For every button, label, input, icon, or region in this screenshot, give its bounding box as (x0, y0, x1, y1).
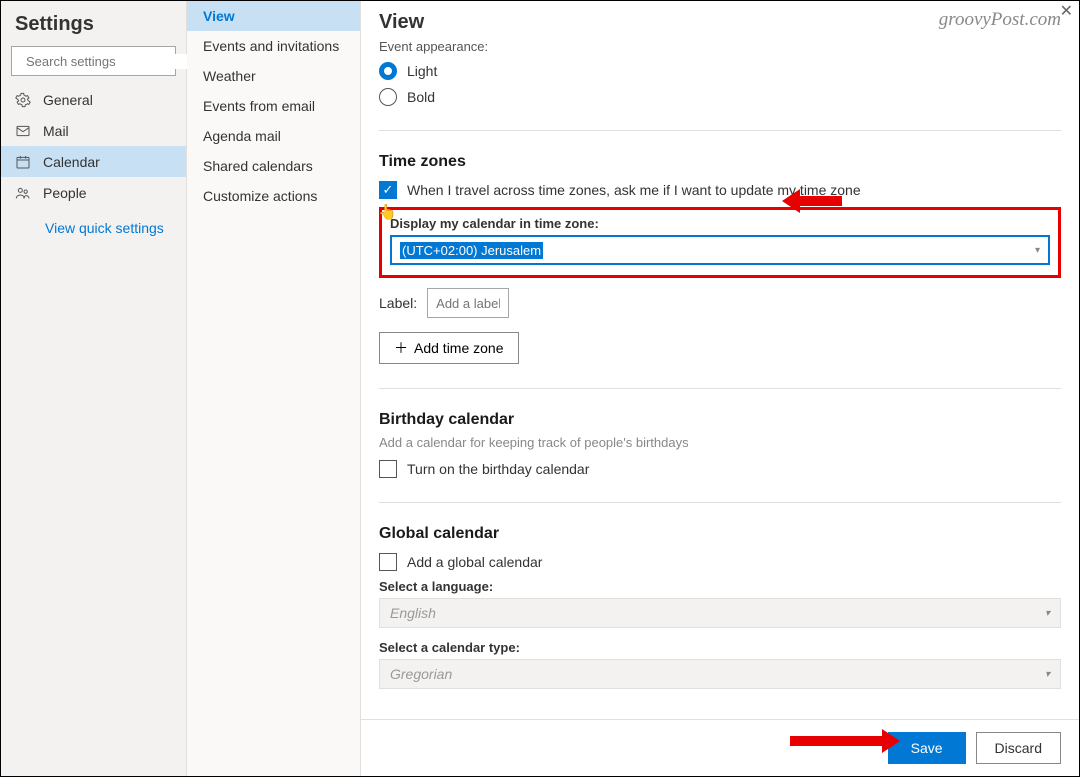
nav-label: Mail (43, 123, 69, 139)
subnav-item-customize-actions[interactable]: Customize actions (187, 181, 360, 211)
save-button[interactable]: Save (888, 732, 966, 764)
birthday-heading: Birthday calendar (379, 411, 1061, 429)
radio-icon (379, 88, 397, 106)
subnav-item-shared-calendars[interactable]: Shared calendars (187, 151, 360, 181)
nav-label: Calendar (43, 154, 100, 170)
subnav-item-events-invitations[interactable]: Events and invitations (187, 31, 360, 61)
timezone-value: (UTC+02:00) Jerusalem (400, 242, 543, 259)
nav-item-calendar[interactable]: Calendar (1, 146, 186, 177)
divider (379, 130, 1061, 131)
divider (379, 502, 1061, 503)
view-quick-settings-link[interactable]: View quick settings (1, 208, 186, 236)
subnav-label: Customize actions (203, 188, 317, 204)
subnav-item-agenda-mail[interactable]: Agenda mail (187, 121, 360, 151)
checkbox-label: When I travel across time zones, ask me … (407, 182, 861, 198)
search-settings[interactable] (11, 46, 176, 76)
subnav-label: Agenda mail (203, 128, 281, 144)
display-timezone-label: Display my calendar in time zone: (390, 216, 1050, 231)
tz-label-text: Label: (379, 295, 417, 311)
tz-label-input[interactable] (427, 288, 509, 318)
birthday-desc: Add a calendar for keeping track of peop… (379, 435, 1061, 450)
birthday-calendar-checkbox[interactable]: Turn on the birthday calendar (379, 460, 1061, 478)
calendar-type-value: Gregorian (390, 666, 452, 682)
chevron-down-icon: ▾ (1045, 669, 1050, 680)
global-heading: Global calendar (379, 525, 1061, 543)
radio-light[interactable]: Light (379, 62, 1061, 80)
subnav-label: View (203, 8, 235, 24)
nav-label: People (43, 185, 87, 201)
calendar-subnav: View Events and invitations Weather Even… (187, 1, 361, 776)
gear-icon (15, 92, 31, 108)
subnav-item-weather[interactable]: Weather (187, 61, 360, 91)
mail-icon (15, 123, 31, 139)
panel-title: View (379, 11, 424, 34)
discard-button[interactable]: Discard (976, 732, 1061, 764)
button-label: Add time zone (414, 340, 504, 356)
timezones-heading: Time zones (379, 153, 1061, 171)
settings-sidebar: Settings General Mail Calendar People (1, 1, 187, 776)
checkbox-icon (379, 460, 397, 478)
subnav-item-view[interactable]: View (187, 1, 360, 31)
language-value: English (390, 605, 436, 621)
radio-label: Light (407, 63, 437, 79)
footer-bar: Save Discard (361, 719, 1079, 776)
main-scroll[interactable]: Event appearance: Light Bold Time zones … (361, 35, 1079, 719)
people-icon (15, 185, 31, 201)
subnav-label: Shared calendars (203, 158, 313, 174)
nav-label: General (43, 92, 93, 108)
settings-title: Settings (1, 11, 186, 46)
calendar-type-label: Select a calendar type: (379, 640, 1061, 655)
global-calendar-checkbox[interactable]: Add a global calendar (379, 553, 1061, 571)
radio-bold[interactable]: Bold (379, 88, 1061, 106)
radio-label: Bold (407, 89, 435, 105)
main-panel: ✕ View groovyPost.com Event appearance: … (361, 1, 1079, 776)
timezone-select[interactable]: (UTC+02:00) Jerusalem ▾ (390, 235, 1050, 265)
checkbox-label: Add a global calendar (407, 554, 542, 570)
radio-icon (379, 62, 397, 80)
chevron-down-icon: ▾ (1035, 245, 1040, 256)
checkbox-icon: ✓ (379, 181, 397, 199)
plus-icon: ＋ (394, 338, 408, 358)
chevron-down-icon: ▾ (1045, 608, 1050, 619)
divider (379, 388, 1061, 389)
search-input[interactable] (26, 54, 202, 69)
calendar-icon (15, 154, 31, 170)
brand-watermark[interactable]: groovyPost.com (939, 9, 1061, 31)
checkbox-icon (379, 553, 397, 571)
travel-timezone-checkbox[interactable]: ✓ When I travel across time zones, ask m… (379, 181, 1061, 199)
calendar-type-select: Gregorian ▾ (379, 659, 1061, 689)
add-timezone-button[interactable]: ＋ Add time zone (379, 332, 519, 364)
subnav-label: Events and invitations (203, 38, 339, 54)
subnav-item-events-from-email[interactable]: Events from email (187, 91, 360, 121)
event-appearance-heading: Event appearance: (379, 39, 1061, 54)
close-icon[interactable]: ✕ (1060, 1, 1073, 21)
nav-item-people[interactable]: People (1, 177, 186, 208)
language-label: Select a language: (379, 579, 1061, 594)
subnav-label: Weather (203, 68, 256, 84)
checkbox-label: Turn on the birthday calendar (407, 461, 589, 477)
nav-item-mail[interactable]: Mail (1, 115, 186, 146)
nav-item-general[interactable]: General (1, 84, 186, 115)
language-select: English ▾ (379, 598, 1061, 628)
subnav-label: Events from email (203, 98, 315, 114)
timezone-highlight-region: Display my calendar in time zone: (UTC+0… (379, 207, 1061, 278)
